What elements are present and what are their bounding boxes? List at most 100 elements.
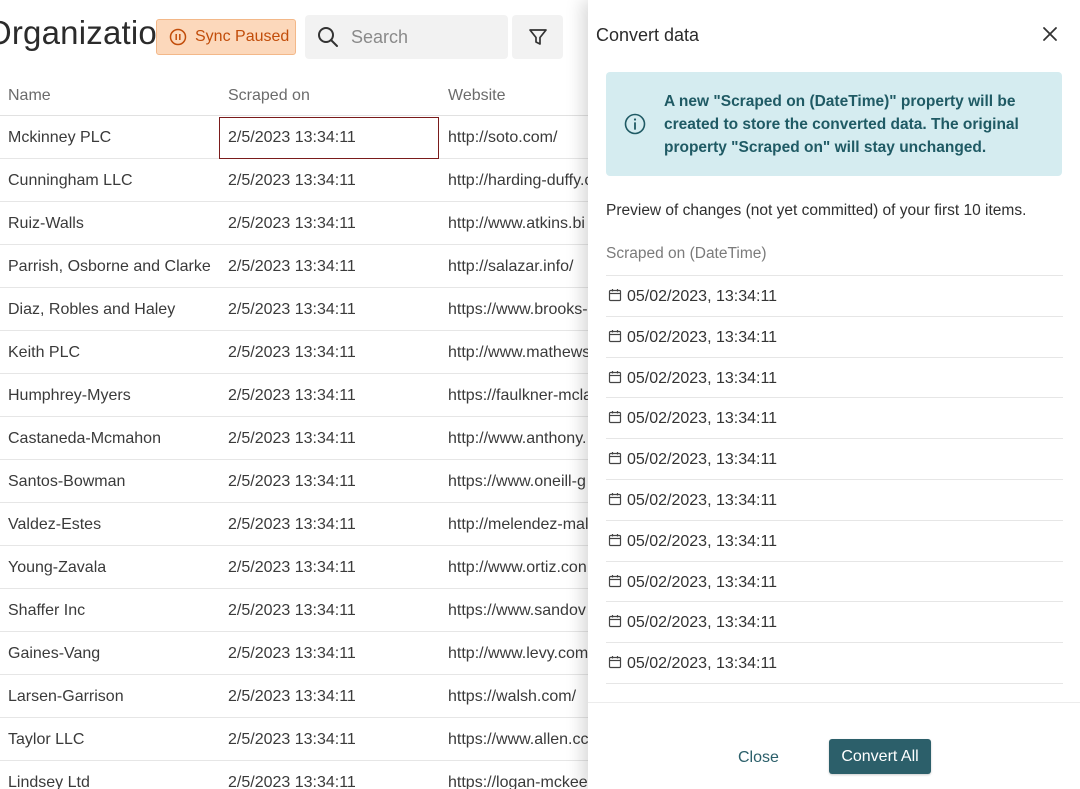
column-header-website[interactable]: Website (448, 87, 506, 105)
info-message: A new "Scraped on (DateTime)" property w… (606, 72, 1062, 176)
cell-website[interactable]: https://www.allen.cc (448, 731, 588, 749)
cell-name[interactable]: Young-Zavala (8, 559, 106, 577)
calendar-icon (608, 615, 622, 628)
cell-website[interactable]: http://www.ortiz.con (448, 559, 587, 577)
preview-item: 05/02/2023, 13:34:11 (606, 562, 1063, 603)
cell-website[interactable]: http://soto.com/ (448, 129, 557, 147)
table-row[interactable]: Humphrey-Myers 2/5/2023 13:34:11 https://f… (0, 374, 588, 417)
cell-website[interactable]: https://www.brooks- (448, 301, 588, 319)
cell-name[interactable]: Larsen-Garrison (8, 688, 124, 706)
preview-item-value: 05/02/2023, 13:34:11 (627, 328, 778, 346)
table-row[interactable]: Young-Zavala 2/5/2023 13:34:11 http://www.… (0, 546, 588, 589)
sync-status-label: Sync Paused (195, 28, 290, 45)
convert-all-button[interactable]: Convert All (829, 739, 931, 774)
sync-status-badge[interactable]: Sync Paused (156, 19, 296, 55)
table-row[interactable]: Shaffer Inc 2/5/2023 13:34:11 https://www.… (0, 589, 588, 632)
cell-name[interactable]: Valdez-Estes (8, 516, 101, 534)
table-row[interactable]: Cunningham LLC 2/5/2023 13:34:11 http://ha… (0, 159, 588, 202)
pause-circle-icon (169, 28, 187, 46)
cell-website[interactable]: http://www.atkins.bi (448, 215, 585, 233)
cell-scraped-on[interactable]: 2/5/2023 13:34:11 (228, 129, 356, 147)
preview-description: Preview of changes (not yet committed) o… (606, 202, 1027, 219)
table-row[interactable]: Taylor LLC 2/5/2023 13:34:11 https://www.a… (0, 718, 588, 761)
preview-item-value: 05/02/2023, 13:34:11 (627, 614, 778, 632)
cell-scraped-on[interactable]: 2/5/2023 13:34:11 (228, 473, 356, 491)
table-row[interactable]: Gaines-Vang 2/5/2023 13:34:11 http://www.l… (0, 632, 588, 675)
preview-item-value: 05/02/2023, 13:34:11 (627, 451, 778, 469)
filter-icon (528, 29, 547, 45)
preview-item: 05/02/2023, 13:34:11 (606, 398, 1063, 440)
preview-item-value: 05/02/2023, 13:34:11 (627, 491, 778, 509)
preview-item-value: 05/02/2023, 13:34:11 (627, 655, 778, 673)
cell-name[interactable]: Cunningham LLC (8, 172, 133, 190)
cell-scraped-on[interactable]: 2/5/2023 13:34:11 (228, 774, 356, 789)
table-header: Name Scraped on Website (0, 74, 588, 116)
calendar-icon (608, 656, 622, 669)
cell-website[interactable]: http://www.levy.com (448, 645, 588, 663)
cell-website[interactable]: https://faulkner-mcla (448, 387, 588, 405)
cell-scraped-on[interactable]: 2/5/2023 13:34:11 (228, 430, 356, 448)
cell-website[interactable]: http://www.anthony. (448, 430, 586, 448)
column-header-scraped-on[interactable]: Scraped on (228, 87, 310, 105)
cell-name[interactable]: Keith PLC (8, 344, 80, 362)
table-row[interactable]: Ruiz-Walls 2/5/2023 13:34:11 http://www.at… (0, 202, 588, 245)
cell-scraped-on[interactable]: 2/5/2023 13:34:11 (228, 602, 356, 620)
table-row[interactable]: Keith PLC 2/5/2023 13:34:11 http://www.mat… (0, 331, 588, 374)
cell-name[interactable]: Lindsey Ltd (8, 774, 90, 789)
cell-website[interactable]: http://melendez-mal (448, 516, 588, 534)
panel-footer: Close Convert All (588, 702, 1080, 789)
calendar-icon (608, 574, 622, 587)
cell-name[interactable]: Taylor LLC (8, 731, 84, 749)
cell-website[interactable]: http://www.mathews (448, 344, 588, 362)
calendar-icon (608, 411, 622, 424)
cell-name[interactable]: Mckinney PLC (8, 129, 111, 147)
cell-scraped-on[interactable]: 2/5/2023 13:34:11 (228, 688, 356, 706)
cell-scraped-on[interactable]: 2/5/2023 13:34:11 (228, 731, 356, 749)
cell-website[interactable]: https://www.sandov (448, 602, 586, 620)
convert-data-panel: Convert data A new "Scraped on (DateTime… (588, 0, 1080, 789)
preview-column-header: Scraped on (DateTime) (606, 245, 767, 262)
cell-name[interactable]: Santos-Bowman (8, 473, 125, 491)
cell-website[interactable]: http://salazar.info/ (448, 258, 573, 276)
search-box[interactable] (305, 15, 508, 59)
table-row[interactable]: Mckinney PLC 2/5/2023 13:34:11 http://soto… (0, 116, 588, 159)
cell-scraped-on[interactable]: 2/5/2023 13:34:11 (228, 301, 356, 319)
cell-scraped-on[interactable]: 2/5/2023 13:34:11 (228, 516, 356, 534)
cell-scraped-on[interactable]: 2/5/2023 13:34:11 (228, 172, 356, 190)
cell-scraped-on[interactable]: 2/5/2023 13:34:11 (228, 344, 356, 362)
cell-scraped-on[interactable]: 2/5/2023 13:34:11 (228, 215, 356, 233)
preview-item: 05/02/2023, 13:34:11 (606, 317, 1063, 358)
table-row[interactable]: Larsen-Garrison 2/5/2023 13:34:11 https://… (0, 675, 588, 718)
cell-name[interactable]: Gaines-Vang (8, 645, 100, 663)
table-row[interactable]: Lindsey Ltd 2/5/2023 13:34:11 https://loga… (0, 761, 588, 789)
table-row[interactable]: Santos-Bowman 2/5/2023 13:34:11 https://ww… (0, 460, 588, 503)
cell-name[interactable]: Parrish, Osborne and Clarke (8, 258, 211, 276)
table-row[interactable]: Castaneda-Mcmahon 2/5/2023 13:34:11 http:/… (0, 417, 588, 460)
table-row[interactable]: Diaz, Robles and Haley 2/5/2023 13:34:11 h… (0, 288, 588, 331)
cell-scraped-on[interactable]: 2/5/2023 13:34:11 (228, 645, 356, 663)
panel-title: Convert data (596, 25, 700, 45)
calendar-icon (608, 492, 622, 506)
cell-name[interactable]: Diaz, Robles and Haley (8, 301, 175, 319)
cell-website[interactable]: https://walsh.com/ (448, 688, 576, 706)
cell-name[interactable]: Ruiz-Walls (8, 215, 84, 233)
organizations-table: Name Scraped on Website Mckinney PLC 2/5/… (0, 74, 588, 789)
preview-item-value: 05/02/2023, 13:34:11 (627, 369, 778, 387)
cell-website[interactable]: https://logan-mckee (448, 774, 588, 789)
table-row[interactable]: Parrish, Osborne and Clarke 2/5/2023 13:3… (0, 245, 588, 288)
cell-scraped-on[interactable]: 2/5/2023 13:34:11 (228, 387, 356, 405)
cell-scraped-on[interactable]: 2/5/2023 13:34:11 (228, 258, 356, 276)
cell-name[interactable]: Castaneda-Mcmahon (8, 430, 161, 448)
cell-scraped-on[interactable]: 2/5/2023 13:34:11 (228, 559, 356, 577)
column-header-name[interactable]: Name (8, 87, 51, 105)
close-panel-button[interactable] (1038, 22, 1062, 46)
cell-name[interactable]: Shaffer Inc (8, 602, 85, 620)
cell-website[interactable]: http://harding-duffy.c (448, 172, 588, 190)
search-input[interactable] (351, 26, 491, 48)
close-button[interactable]: Close (738, 749, 779, 767)
preview-list: 05/02/2023, 13:34:11 05/02/2023, 13:34:11… (606, 275, 1063, 684)
cell-website[interactable]: https://www.oneill-g (448, 473, 586, 491)
table-row[interactable]: Valdez-Estes 2/5/2023 13:34:11 http://mele… (0, 503, 588, 546)
filter-button[interactable] (512, 15, 563, 59)
cell-name[interactable]: Humphrey-Myers (8, 387, 131, 405)
